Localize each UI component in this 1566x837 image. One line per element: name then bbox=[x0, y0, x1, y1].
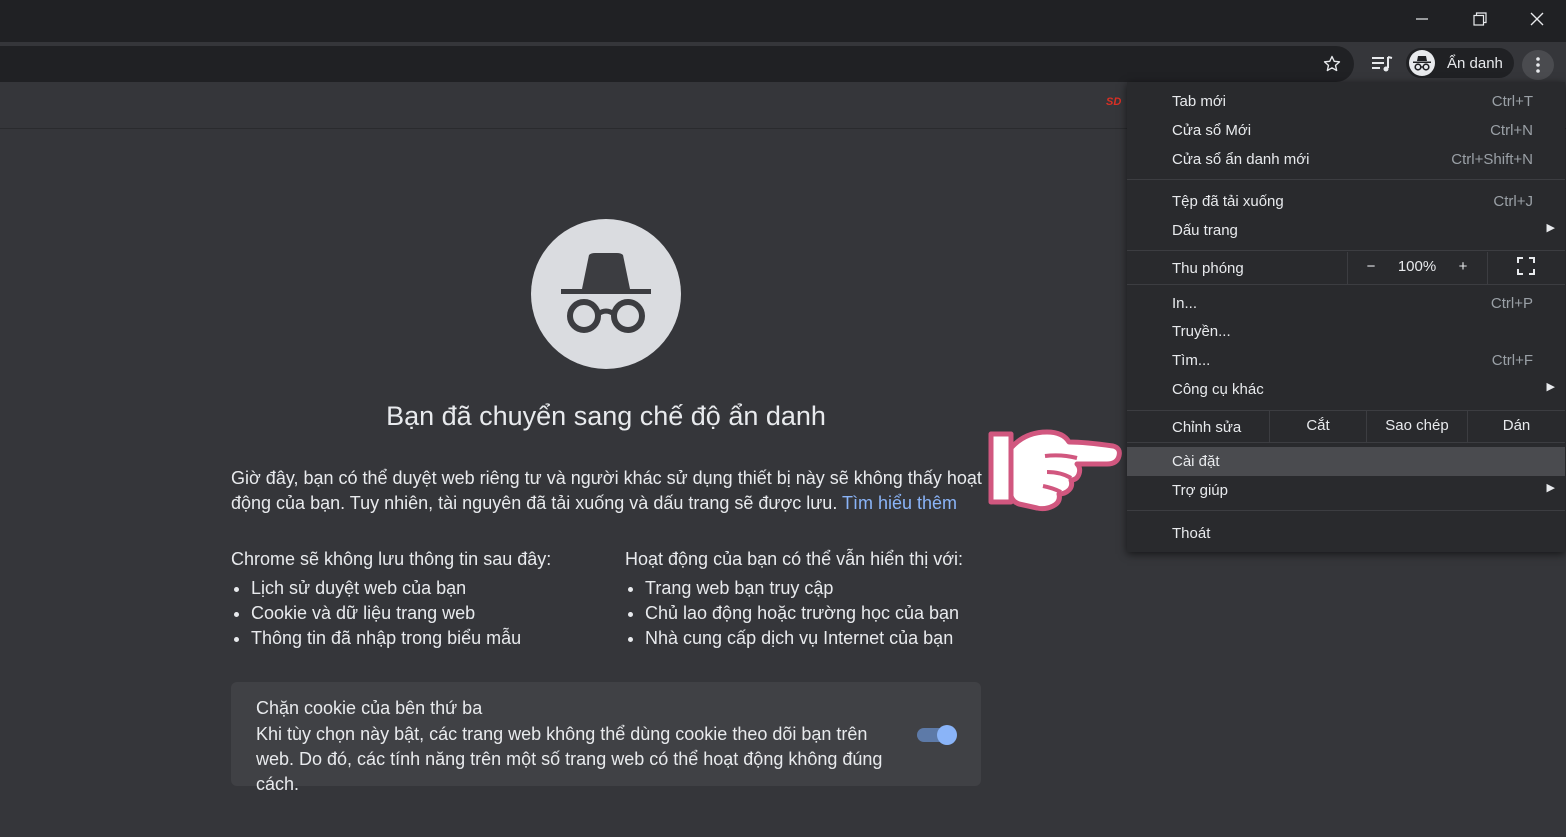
menu-item-label: Cửa sổ ẩn danh mới bbox=[1172, 151, 1310, 168]
page-heading: Bạn đã chuyển sang chế độ ẩn danh bbox=[386, 401, 826, 431]
close-button[interactable] bbox=[1508, 0, 1566, 38]
menu-separator bbox=[1127, 442, 1565, 443]
menu-item-cast[interactable]: Truyền... bbox=[1127, 317, 1565, 346]
visible-to-title: Hoạt động của bạn có thể vẫn hiển thị vớ… bbox=[625, 549, 964, 569]
visible-to-section: Hoạt động của bạn có thể vẫn hiển thị vớ… bbox=[625, 548, 963, 651]
menu-item-more-tools[interactable]: Công cụ khác ▶ bbox=[1127, 375, 1565, 404]
menu-item-label: Truyền... bbox=[1172, 323, 1231, 340]
menu-item-exit[interactable]: Thoát bbox=[1127, 519, 1565, 548]
menu-item-label: Tìm... bbox=[1172, 352, 1211, 369]
menu-item-shortcut: Ctrl+T bbox=[1491, 93, 1533, 110]
visible-to-list: Trang web bạn truy cập Chủ lao động hoặc… bbox=[625, 576, 963, 651]
chrome-app-menu: Tab mới Ctrl+T Cửa sổ Mới Ctrl+N Cửa sổ … bbox=[1127, 82, 1565, 552]
menu-item-label: Trợ giúp bbox=[1172, 482, 1228, 499]
menu-separator bbox=[1127, 284, 1565, 285]
third-party-cookie-card: Chặn cookie của bên thứ ba Khi tùy chọn … bbox=[231, 682, 981, 794]
restore-icon bbox=[1473, 12, 1487, 26]
copy-button[interactable]: Sao chép bbox=[1367, 417, 1467, 434]
pointing-hand-icon bbox=[988, 429, 1122, 512]
list-item: Thông tin đã nhập trong biểu mẫu bbox=[251, 626, 551, 651]
incognito-avatar bbox=[1409, 50, 1435, 76]
menu-item-label: Cửa sổ Mới bbox=[1172, 122, 1252, 139]
paste-button[interactable]: Dán bbox=[1468, 417, 1565, 434]
menu-separator bbox=[1127, 510, 1565, 511]
divider bbox=[1347, 252, 1348, 284]
zoom-label: Thu phóng bbox=[1172, 260, 1244, 277]
divider bbox=[1487, 252, 1488, 284]
menu-item-label: Dấu trang bbox=[1172, 222, 1238, 239]
learn-more-link[interactable]: Tìm hiểu thêm bbox=[842, 493, 957, 513]
menu-item-print[interactable]: In... Ctrl+P bbox=[1127, 289, 1565, 318]
minimize-icon bbox=[1416, 18, 1428, 20]
incognito-spy-icon bbox=[561, 253, 651, 333]
cut-button[interactable]: Cắt bbox=[1270, 417, 1366, 434]
minimize-button[interactable] bbox=[1393, 0, 1451, 38]
chrome-menu-button[interactable] bbox=[1522, 50, 1554, 80]
profile-button[interactable]: Ẩn danh bbox=[1406, 48, 1514, 78]
menu-item-new-incognito-window[interactable]: Cửa sổ ẩn danh mới Ctrl+Shift+N bbox=[1127, 145, 1565, 174]
submenu-arrow-icon: ▶ bbox=[1546, 222, 1555, 234]
menu-item-shortcut: Ctrl+P bbox=[1490, 295, 1533, 312]
title-bar bbox=[0, 0, 1566, 42]
star-icon bbox=[1323, 55, 1341, 72]
menu-item-shortcut: Ctrl+F bbox=[1491, 352, 1533, 369]
list-item: Chủ lao động hoặc trường học của bạn bbox=[645, 601, 963, 626]
menu-item-bookmarks[interactable]: Dấu trang ▶ bbox=[1127, 216, 1565, 245]
bookmark-favicon[interactable]: SD bbox=[1106, 96, 1121, 108]
fullscreen-icon bbox=[1517, 257, 1535, 275]
media-control-icon bbox=[1372, 56, 1393, 72]
menu-item-shortcut: Ctrl+Shift+N bbox=[1451, 151, 1533, 168]
cookie-card-description: Khi tùy chọn này bật, các trang web khôn… bbox=[256, 724, 883, 794]
menu-item-label: Thoát bbox=[1172, 525, 1211, 542]
not-saved-list: Lịch sử duyệt web của bạn Cookie và dữ l… bbox=[231, 576, 551, 651]
menu-item-new-window[interactable]: Cửa sổ Mới Ctrl+N bbox=[1127, 116, 1565, 145]
menu-item-settings[interactable]: Cài đặt bbox=[1127, 447, 1565, 476]
close-icon bbox=[1530, 12, 1544, 26]
zoom-level: 100% bbox=[1397, 258, 1437, 275]
menu-separator bbox=[1127, 410, 1565, 411]
menu-item-downloads[interactable]: Tệp đã tải xuống Ctrl+J bbox=[1127, 187, 1565, 216]
menu-item-label: Tab mới bbox=[1172, 93, 1227, 110]
address-bar[interactable] bbox=[0, 46, 1354, 82]
profile-label: Ẩn danh bbox=[1447, 54, 1503, 72]
menu-item-find[interactable]: Tìm... Ctrl+F bbox=[1127, 346, 1565, 375]
list-item: Trang web bạn truy cập bbox=[645, 576, 963, 601]
list-item: Lịch sử duyệt web của bạn bbox=[251, 576, 551, 601]
menu-separator bbox=[1127, 179, 1565, 180]
menu-item-label: In... bbox=[1172, 295, 1198, 312]
media-control-button[interactable] bbox=[1366, 50, 1398, 78]
menu-item-new-tab[interactable]: Tab mới Ctrl+T bbox=[1127, 87, 1565, 116]
list-item: Cookie và dữ liệu trang web bbox=[251, 601, 551, 626]
cookie-block-toggle[interactable] bbox=[917, 725, 957, 745]
submenu-arrow-icon: ▶ bbox=[1546, 482, 1555, 494]
intro-paragraph: Giờ đây, bạn có thể duyệt web riêng tư v… bbox=[231, 466, 991, 516]
browser-toolbar: Ẩn danh bbox=[0, 42, 1566, 86]
submenu-arrow-icon: ▶ bbox=[1546, 381, 1555, 393]
menu-item-label: Tệp đã tải xuống bbox=[1172, 193, 1284, 210]
fullscreen-button[interactable] bbox=[1511, 256, 1541, 280]
menu-item-help[interactable]: Trợ giúp ▶ bbox=[1127, 476, 1565, 505]
menu-item-shortcut: Ctrl+N bbox=[1490, 122, 1533, 139]
not-saved-section: Chrome sẽ không lưu thông tin sau đây: L… bbox=[231, 548, 551, 651]
restore-button[interactable] bbox=[1451, 0, 1509, 38]
edit-label: Chỉnh sửa bbox=[1172, 419, 1242, 436]
toggle-knob bbox=[937, 725, 957, 745]
zoom-out-button[interactable]: − bbox=[1359, 258, 1383, 275]
list-item: Nhà cung cấp dịch vụ Internet của bạn bbox=[645, 626, 963, 651]
zoom-in-button[interactable]: + bbox=[1451, 258, 1475, 275]
cookie-card-title: Chặn cookie của bên thứ ba bbox=[256, 698, 483, 718]
menu-item-shortcut: Ctrl+J bbox=[1493, 193, 1533, 210]
menu-separator bbox=[1127, 250, 1565, 251]
more-vert-icon bbox=[1536, 57, 1540, 73]
bookmark-star-button[interactable] bbox=[1318, 50, 1346, 78]
incognito-logo bbox=[531, 219, 681, 369]
menu-item-label: Cài đặt bbox=[1172, 453, 1220, 470]
not-saved-title: Chrome sẽ không lưu thông tin sau đây: bbox=[231, 549, 552, 569]
menu-item-label: Công cụ khác bbox=[1172, 381, 1264, 398]
incognito-icon bbox=[1413, 56, 1431, 71]
